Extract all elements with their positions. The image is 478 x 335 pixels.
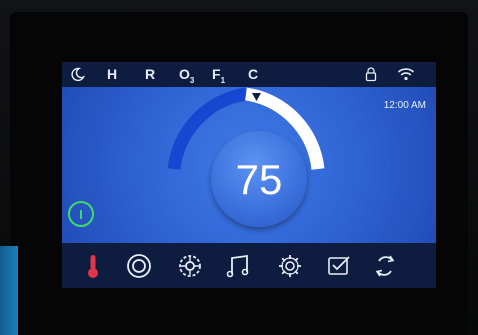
settings-icon[interactable] (275, 251, 305, 281)
music-icon[interactable] (224, 251, 254, 281)
thermometer-icon[interactable] (78, 251, 108, 281)
temperature-value: 75 (235, 156, 283, 203)
power-button[interactable] (68, 201, 94, 227)
refresh-icon[interactable] (370, 251, 400, 281)
jets-icon[interactable] (124, 251, 154, 281)
device-stand (0, 246, 18, 335)
checklist-icon[interactable] (324, 251, 354, 281)
temperature-circle[interactable]: 75 (211, 131, 307, 227)
touch-screen: H R O3 F1 C 12:00 AM 75 (62, 62, 436, 288)
pump-icon[interactable] (175, 251, 205, 281)
power-icon (80, 209, 82, 219)
bottom-nav-bar (62, 243, 436, 288)
